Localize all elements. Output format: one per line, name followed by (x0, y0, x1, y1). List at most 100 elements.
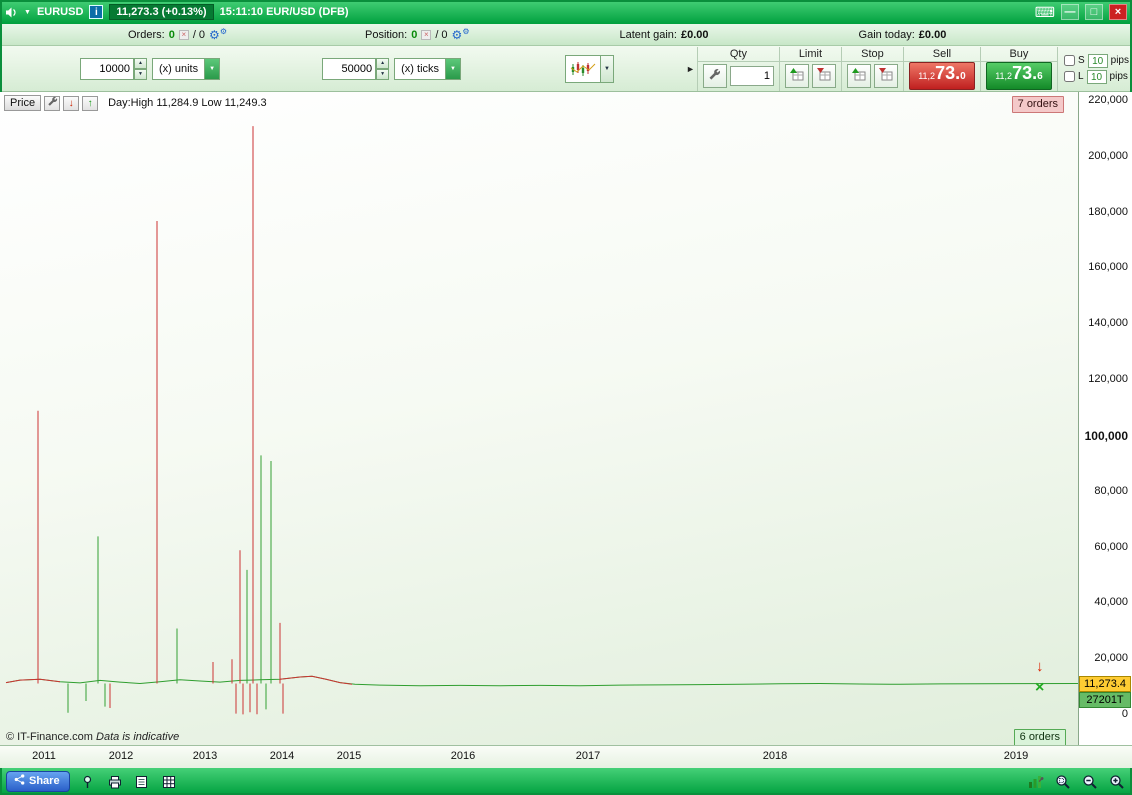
price-chart[interactable] (0, 92, 1078, 745)
price-settings-button[interactable] (44, 95, 61, 111)
units-dropdown-arrow-icon: ▼ (204, 58, 220, 79)
chart-style-button[interactable]: ▼ (565, 54, 615, 83)
speaker-icon[interactable] (5, 6, 18, 19)
bottom-toolbar: Share (0, 768, 1132, 795)
gain-today-label: Gain today: (858, 28, 915, 41)
orders-count: 0 (168, 28, 175, 41)
orders-label: Orders: (128, 28, 165, 41)
sell-button[interactable]: 11,2 73. 0 (908, 62, 975, 90)
buy-button[interactable]: 11,2 73. 6 (985, 62, 1052, 90)
limit-buy-order-button[interactable] (784, 64, 809, 88)
units-quantity-input[interactable] (80, 57, 134, 80)
y-axis-label: 140,000 (1088, 317, 1128, 330)
limit-checkbox[interactable] (1063, 71, 1075, 82)
zoom-in-icon[interactable] (1108, 773, 1126, 791)
title-time: 15:11:10 EUR/USD (DFB) (219, 6, 349, 18)
orders-count-badge-top[interactable]: 7 orders (1011, 96, 1064, 113)
trade-panel: ► Qty Limit (686, 46, 1058, 91)
zoom-out-icon[interactable] (1081, 773, 1099, 791)
limit-column: Limit (778, 46, 841, 91)
stop-pips-input[interactable]: 10 (1087, 53, 1108, 68)
orders-settings-gear-icon[interactable]: ⚙⚙ (209, 27, 227, 42)
limit-pips-input[interactable]: 10 (1086, 69, 1107, 84)
keyboard-icon[interactable]: ⌨ (1035, 4, 1055, 21)
units-spin-up-icon[interactable]: ▲ (134, 57, 147, 69)
grid-icon[interactable] (160, 773, 178, 791)
stop-limit-pips-group: S 10 pips L 10 pips (1063, 53, 1129, 84)
buy-price-decimal: 6 (1037, 71, 1043, 82)
gain-today: Gain today: £0.00 (859, 29, 947, 41)
limit-pips-row: L 10 pips (1063, 69, 1129, 84)
time-axis[interactable]: 2011 2012 2013 2014 2015 2016 2017 2018 2019 (0, 745, 1132, 768)
stop-pips-label: S (1077, 55, 1085, 66)
sell-header: Sell (903, 47, 980, 62)
instrument-name[interactable]: EURUSD (37, 6, 83, 18)
x-axis-label: 2018 (762, 750, 788, 762)
qty-input[interactable] (729, 66, 774, 86)
report-icon[interactable] (133, 773, 151, 791)
y-axis-label: 220,000 (1088, 94, 1128, 106)
x-axis-label: 2013 (192, 750, 218, 762)
limit-sell-order-button[interactable] (811, 64, 836, 88)
share-button[interactable]: Share (6, 771, 70, 792)
panel-collapse-icon[interactable]: ► (686, 64, 695, 74)
current-price-tag: 11,273.4 (1079, 676, 1131, 692)
position-status: Position: 0 × / 0 ⚙⚙ (365, 27, 470, 42)
stop-buy-order-button[interactable] (846, 64, 871, 88)
copyright-text: © IT-Finance.com (6, 731, 93, 743)
latent-gain: Latent gain: £0.00 (619, 29, 708, 41)
cancel-orders-icon[interactable]: × (178, 29, 189, 40)
stop-header: Stop (841, 47, 903, 62)
chart-tools-icon[interactable] (1027, 773, 1045, 791)
latent-gain-value: £0.00 (680, 28, 709, 41)
order-settings-button[interactable] (702, 64, 727, 88)
stop-pips-unit: pips (1110, 55, 1129, 66)
title-price: 11,273.3 (+0.13%) (109, 4, 214, 20)
close-button[interactable]: × (1109, 4, 1127, 20)
minimize-button[interactable]: — (1061, 4, 1079, 20)
ticks-spin-down-icon[interactable]: ▼ (376, 68, 390, 80)
copyright-note: © IT-Finance.com Data is indicative (6, 731, 179, 743)
pin-icon[interactable] (79, 773, 97, 791)
instrument-dropdown-icon[interactable]: ▼ (24, 9, 31, 16)
status-bar: Orders: 0 × / 0 ⚙⚙ Position: 0 × / 0 ⚙⚙ … (0, 24, 1132, 46)
wrench-icon (708, 68, 721, 84)
print-icon[interactable] (106, 773, 124, 791)
zoom-selection-icon[interactable] (1054, 773, 1072, 791)
position-settings-gear-icon[interactable]: ⚙⚙ (452, 27, 470, 42)
ticks-type-value: (x) ticks (401, 62, 440, 75)
units-type-select[interactable]: (x) units ▼ (152, 57, 221, 80)
ticks-spin-up-icon[interactable]: ▲ (376, 57, 390, 69)
order-toolbar: ▲ ▼ (x) units ▼ ▲ ▼ (x) ticks ▼ (0, 46, 1132, 92)
ticks-quantity-input[interactable] (322, 57, 377, 80)
qty-column: Qty (696, 46, 779, 91)
ticks-type-select[interactable]: (x) ticks ▼ (394, 57, 462, 80)
price-indicator-chip[interactable]: Price (4, 95, 42, 111)
sell-from-chart-button[interactable]: ↓ (63, 95, 80, 111)
chart-area[interactable]: 220,000 200,000 180,000 160,000 140,000 120,0… (0, 92, 1132, 745)
units-spin-down-icon[interactable]: ▼ (134, 68, 147, 80)
share-label: Share (29, 775, 60, 787)
orders-status: Orders: 0 × / 0 ⚙⚙ (128, 27, 227, 42)
limit-pips-label: L (1077, 71, 1084, 82)
stop-column: Stop (840, 46, 903, 91)
y-axis-label: 100,000 (1084, 428, 1128, 443)
stop-sell-order-button[interactable] (873, 64, 898, 88)
cancel-position-icon[interactable]: × (421, 29, 432, 40)
stop-buy-icon (851, 67, 866, 85)
limit-pips-unit: pips (1109, 71, 1128, 82)
orders-count-badge-bottom[interactable]: 6 orders (1013, 729, 1066, 745)
y-axis-label: 0 (1121, 708, 1128, 720)
stop-checkbox[interactable] (1063, 55, 1075, 66)
sell-price-prefix: 11,2 (918, 71, 936, 81)
info-icon[interactable]: i (89, 5, 104, 19)
green-up-arrow-icon: ↑ (87, 97, 93, 109)
x-axis-label: 2012 (108, 750, 134, 762)
tick-count-tag: 27201T (1079, 692, 1131, 708)
buy-from-chart-button[interactable]: ↑ (82, 95, 99, 111)
buy-price-prefix: 11,2 (995, 71, 1013, 81)
restore-button[interactable]: □ (1085, 4, 1103, 20)
y-axis[interactable]: 220,000 200,000 180,000 160,000 140,000 120,0… (1078, 92, 1132, 745)
close-position-marker-icon[interactable]: × (1035, 679, 1044, 697)
position-total: / 0 (435, 28, 448, 41)
